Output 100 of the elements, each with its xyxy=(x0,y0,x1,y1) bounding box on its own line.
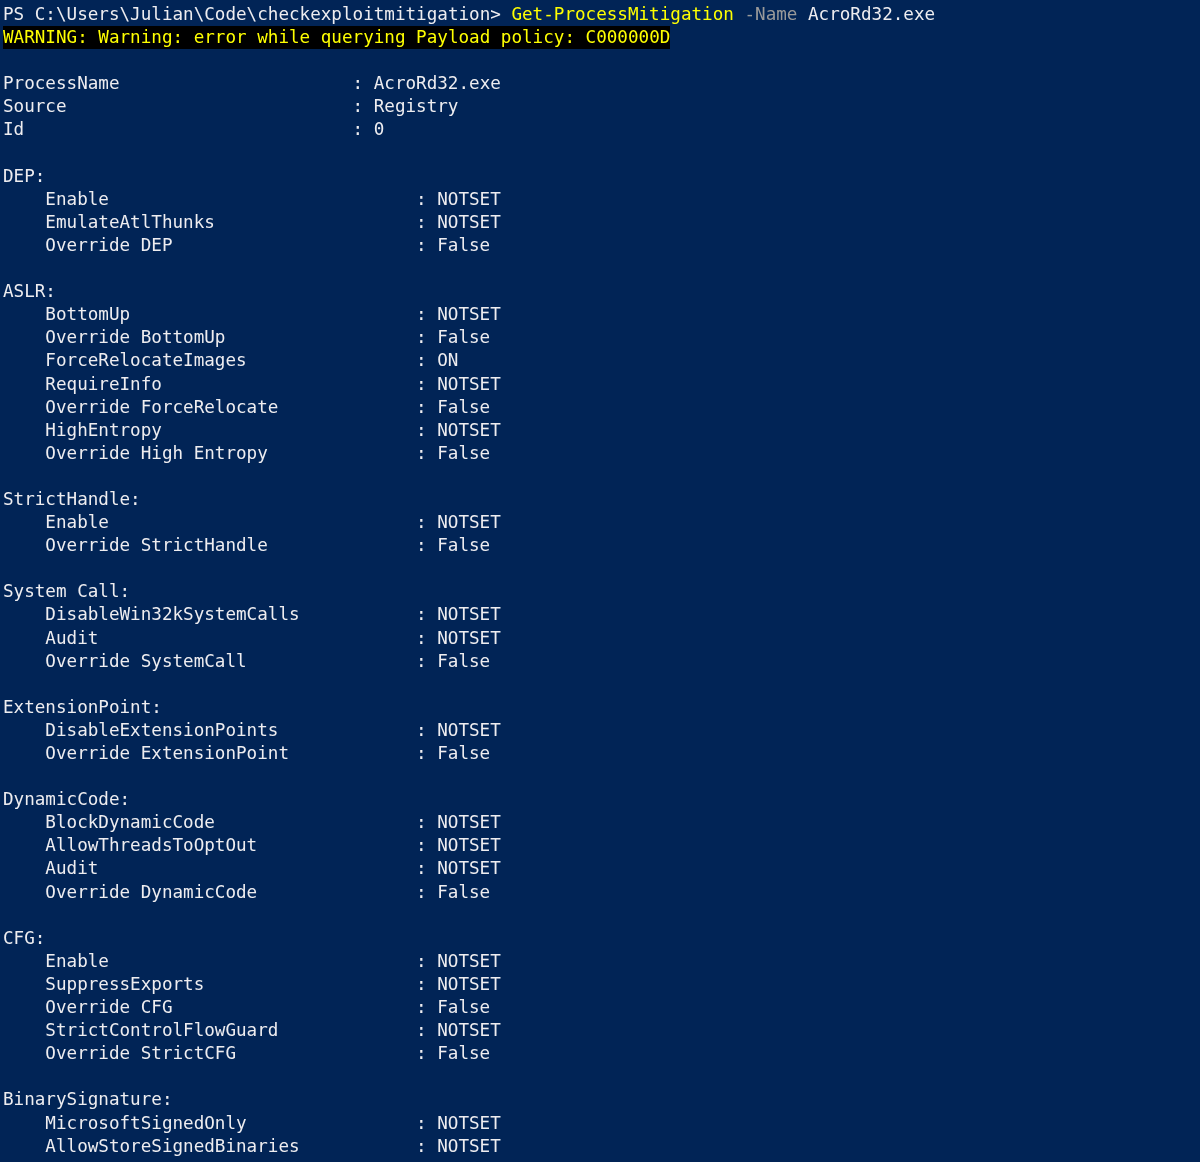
property-name: Enable xyxy=(45,512,109,533)
separator: : xyxy=(352,95,364,119)
property-value: False xyxy=(437,326,491,350)
property-value: False xyxy=(437,880,491,904)
property-value: NOTSET xyxy=(437,718,501,742)
separator: : xyxy=(416,880,427,904)
separator: : xyxy=(416,233,427,257)
property-value: False xyxy=(437,1042,491,1066)
section-heading: ExtensionPoint: xyxy=(3,695,162,719)
separator: : xyxy=(416,511,427,535)
separator: : xyxy=(416,210,427,234)
section-heading: DynamicCode: xyxy=(3,788,131,812)
separator: : xyxy=(416,1111,427,1135)
property-value: False xyxy=(437,233,491,257)
property-name: Enable xyxy=(45,950,109,971)
property-name: ProcessName xyxy=(3,73,120,94)
section-heading: System Call: xyxy=(3,580,131,604)
warning-message: WARNING: Warning: error while querying Payload policy: C000000D xyxy=(3,26,671,50)
property-name: AllowStoreSignedBinaries xyxy=(45,1135,300,1156)
property-value: False xyxy=(437,441,491,465)
separator: : xyxy=(416,649,427,673)
separator: : xyxy=(416,834,427,858)
property-value: NOTSET xyxy=(437,1111,501,1135)
section-heading: CFG: xyxy=(3,926,46,950)
property-name: Enable xyxy=(45,188,109,209)
property-value: NOTSET xyxy=(437,834,501,858)
property-name: DisableExtensionPoints xyxy=(45,719,279,740)
property-value: 0 xyxy=(373,118,385,142)
property-name: MicrosoftSignedOnly xyxy=(45,1112,247,1133)
separator: : xyxy=(416,326,427,350)
section-heading: DEP: xyxy=(3,164,46,188)
section-heading: ASLR: xyxy=(3,280,56,304)
property-name: Override CFG xyxy=(45,997,173,1018)
property-name: SuppressExports xyxy=(45,973,205,994)
separator: : xyxy=(416,972,427,996)
separator: : xyxy=(416,395,427,419)
separator: : xyxy=(416,372,427,396)
property-value: False xyxy=(437,395,491,419)
property-value: NOTSET xyxy=(437,1019,501,1043)
separator: : xyxy=(416,626,427,650)
separator: : xyxy=(416,1019,427,1043)
property-name: Override DynamicCode xyxy=(45,881,258,902)
property-value: NOTSET xyxy=(437,187,501,211)
property-name: Override SystemCall xyxy=(45,650,247,671)
property-value: ON xyxy=(437,349,459,373)
property-value: NOTSET xyxy=(437,1134,501,1158)
property-name: Override ForceRelocate xyxy=(45,396,279,417)
property-name: Id xyxy=(3,119,25,140)
separator: : xyxy=(416,718,427,742)
property-value: NOTSET xyxy=(437,811,501,835)
property-name: Audit xyxy=(45,627,99,648)
separator: : xyxy=(416,742,427,765)
property-value: NOTSET xyxy=(437,949,501,973)
cmdlet: Get-ProcessMitigation xyxy=(511,3,734,26)
property-name: BottomUp xyxy=(45,304,131,325)
argument: AcroRd32.exe xyxy=(808,3,936,26)
property-name: Source xyxy=(3,96,67,117)
property-value: False xyxy=(437,534,491,558)
property-name: BlockDynamicCode xyxy=(45,812,215,833)
separator: : xyxy=(416,1042,427,1066)
property-value: NOTSET xyxy=(437,511,501,535)
separator: : xyxy=(416,303,427,327)
property-value: NOTSET xyxy=(437,210,501,234)
property-value: Registry xyxy=(373,95,459,119)
separator: : xyxy=(416,949,427,973)
separator: : xyxy=(352,72,364,96)
property-name: HighEntropy xyxy=(45,419,162,440)
separator: : xyxy=(416,1134,427,1158)
property-value: NOTSET xyxy=(437,626,501,650)
property-value: False xyxy=(437,742,491,765)
property-value: NOTSET xyxy=(437,372,501,396)
separator: : xyxy=(416,811,427,835)
separator: : xyxy=(416,187,427,211)
separator: : xyxy=(416,996,427,1020)
property-value: NOTSET xyxy=(437,857,501,881)
property-name: Override StrictHandle xyxy=(45,535,268,556)
property-name: AllowThreadsToOptOut xyxy=(45,835,258,856)
property-name: Override ExtensionPoint xyxy=(45,743,289,763)
property-name: Override BottomUp xyxy=(45,327,226,348)
separator: : xyxy=(416,418,427,442)
separator: : xyxy=(416,441,427,465)
property-value: NOTSET xyxy=(437,303,501,327)
property-name: RequireInfo xyxy=(45,373,162,394)
property-name: EmulateAtlThunks xyxy=(45,211,215,232)
property-name: ForceRelocateImages xyxy=(45,350,247,371)
property-name: Override High Entropy xyxy=(45,442,268,463)
property-value: NOTSET xyxy=(437,972,501,996)
separator: : xyxy=(416,534,427,558)
property-name: Override DEP xyxy=(45,234,173,255)
property-name: StrictControlFlowGuard xyxy=(45,1020,279,1041)
property-name: Override StrictCFG xyxy=(45,1043,237,1064)
property-value: AcroRd32.exe xyxy=(373,72,501,96)
property-name: DisableWin32kSystemCalls xyxy=(45,604,300,625)
separator: : xyxy=(416,857,427,881)
property-name: Audit xyxy=(45,858,99,879)
parameter: -Name xyxy=(744,3,798,26)
section-heading: BinarySignature: xyxy=(3,1088,173,1112)
property-value: NOTSET xyxy=(437,418,501,442)
section-heading: StrictHandle: xyxy=(3,487,141,511)
separator: : xyxy=(416,349,427,373)
